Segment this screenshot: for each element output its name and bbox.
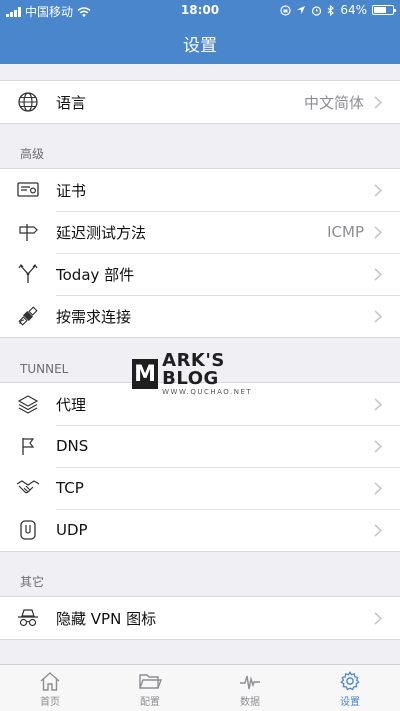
udp-row[interactable]: UDP (0, 509, 400, 551)
udp-icon (0, 519, 56, 541)
chevron-right-icon (374, 481, 400, 495)
tcp-label: TCP (56, 479, 84, 497)
chevron-right-icon (374, 523, 400, 537)
alarm-icon (312, 5, 322, 16)
page-title: 设置 (183, 36, 217, 56)
on-demand-label: 按需求连接 (56, 307, 132, 326)
tab-home-label: 首页 (40, 697, 60, 708)
hide-vpn-icon-label: 隐藏 VPN 图标 (56, 609, 157, 628)
chevron-right-icon (374, 309, 400, 323)
hide-vpn-icon-row[interactable]: 隐藏 VPN 图标 (0, 597, 400, 639)
watermark-subtitle: WWW.QUCHAO.NET (162, 388, 253, 396)
tab-data-label: 数据 (240, 697, 260, 708)
chevron-right-icon (374, 439, 400, 453)
battery-percent: 64% (340, 3, 367, 17)
navigation-bar: 中国移动 18:00 64% 设置 (0, 0, 400, 64)
watermark-title: ARK'S BLOG (162, 350, 225, 389)
on-demand-row[interactable]: 按需求连接 (0, 295, 400, 337)
signpost-icon (0, 221, 56, 243)
chevron-right-icon (374, 225, 400, 239)
incognito-icon (0, 607, 56, 629)
handshake-icon (0, 478, 56, 498)
tab-home[interactable]: 首页 (0, 665, 100, 711)
chevron-right-icon (374, 95, 400, 109)
folder-icon (139, 674, 162, 689)
section-header-advanced: 高级 (20, 147, 45, 161)
watermark-letter: M (132, 359, 159, 389)
chevron-right-icon (374, 397, 400, 411)
language-row[interactable]: 语言 中文简体 (0, 81, 400, 123)
tab-config-label: 配置 (140, 697, 160, 708)
today-widget-label: Today 部件 (56, 265, 135, 284)
today-widget-row[interactable]: Today 部件 (0, 253, 400, 295)
bluetooth-icon (327, 4, 335, 16)
latency-test-row[interactable]: 延迟测试方法 ICMP (0, 211, 400, 253)
latency-test-value: ICMP (327, 223, 364, 241)
satellite-icon (0, 305, 56, 327)
proxy-label: 代理 (56, 395, 87, 414)
advanced-group: 证书 延迟测试方法 ICMP Today 部件 按需求连接 (0, 168, 400, 338)
tab-config[interactable]: 配置 (100, 665, 200, 711)
activity-icon (240, 675, 260, 690)
certificate-row[interactable]: 证书 (0, 169, 400, 211)
udp-label: UDP (56, 521, 88, 539)
layers-icon (0, 393, 56, 415)
language-group: 语言 中文简体 (0, 80, 400, 124)
chevron-right-icon (374, 611, 400, 625)
flag-icon (0, 435, 56, 457)
globe-icon (0, 91, 56, 113)
tunnel-group: 代理 DNS TCP UDP (0, 382, 400, 552)
dns-label: DNS (56, 437, 89, 455)
screen-lock-icon (280, 4, 291, 16)
chevron-right-icon (374, 183, 400, 197)
language-label: 语言 (56, 93, 87, 112)
other-group: 隐藏 VPN 图标 (0, 596, 400, 640)
tab-data[interactable]: 数据 (200, 665, 300, 711)
tcp-row[interactable]: TCP (0, 467, 400, 509)
blog-watermark: M ARK'S BLOG WWW.QUCHAO.NET (132, 352, 272, 396)
tab-bar: 首页 配置 数据 设置 (0, 664, 400, 711)
tab-settings[interactable]: 设置 (300, 665, 400, 711)
latency-test-label: 延迟测试方法 (56, 223, 147, 242)
gear-icon (340, 671, 360, 691)
chevron-right-icon (374, 267, 400, 281)
certificate-label: 证书 (56, 181, 87, 200)
widget-fork-icon (0, 263, 56, 285)
status-bar: 中国移动 18:00 64% (0, 0, 400, 20)
language-value: 中文简体 (303, 93, 364, 112)
dns-row[interactable]: DNS (0, 425, 400, 467)
certificate-icon (0, 181, 56, 199)
home-icon (40, 672, 60, 691)
battery-icon (372, 5, 396, 15)
tab-settings-label: 设置 (340, 697, 360, 708)
location-icon (297, 6, 306, 14)
section-header-other: 其它 (20, 575, 45, 589)
